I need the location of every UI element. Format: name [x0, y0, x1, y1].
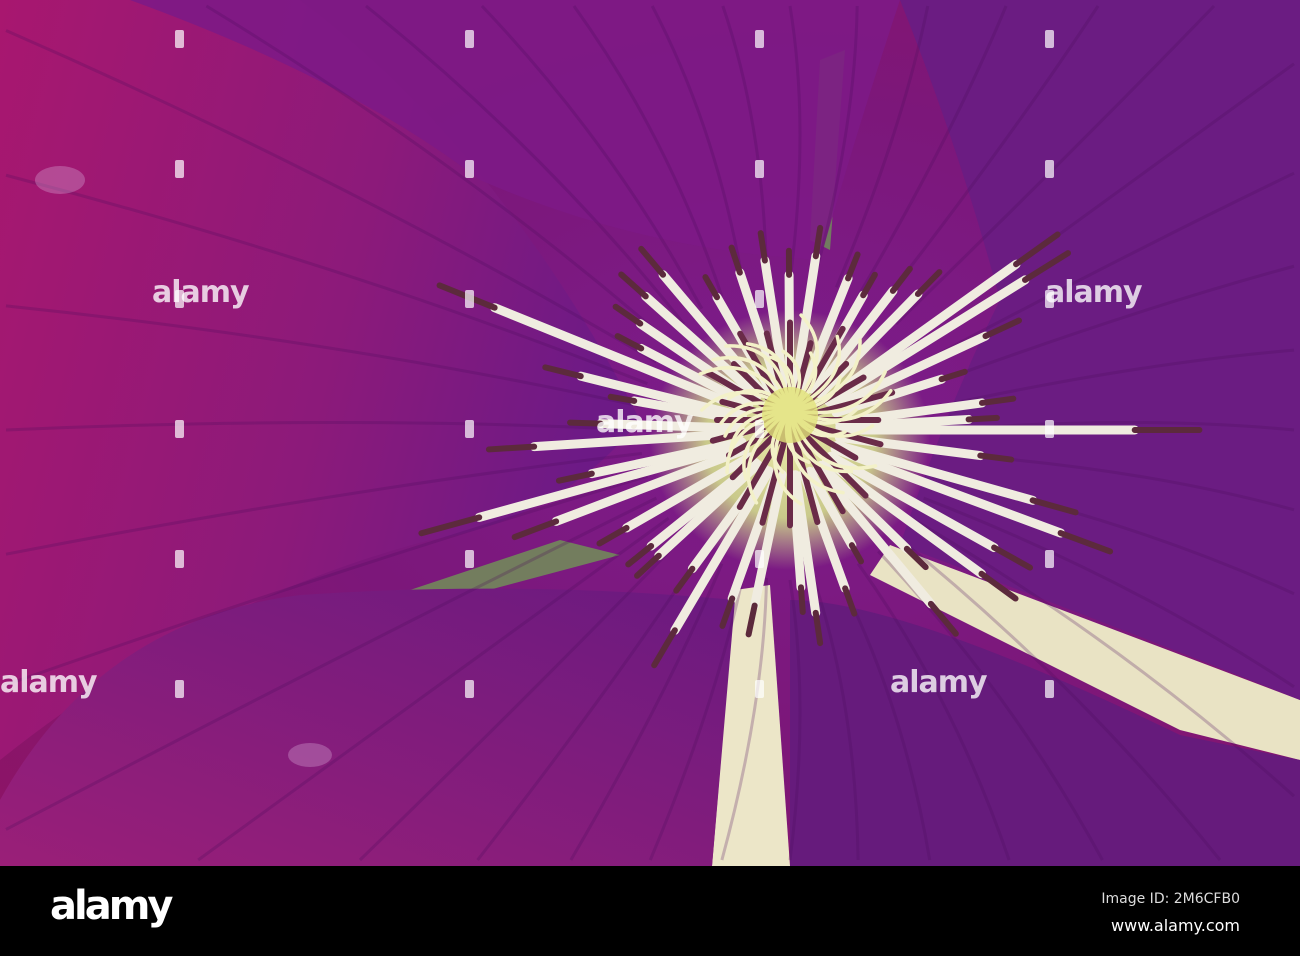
footer-bar: alamy Image ID: 2M6CFB0 www.alamy.com [0, 866, 1300, 956]
watermark-dot [465, 160, 474, 178]
watermark-dot [175, 680, 184, 698]
watermark-dot [1045, 30, 1054, 48]
watermark-dot [755, 420, 764, 438]
alamy-watermark: alamy [596, 405, 694, 440]
watermark-dot [465, 680, 474, 698]
watermark-dot [1045, 680, 1054, 698]
watermark-dot [465, 290, 474, 308]
website-link[interactable]: www.alamy.com [1111, 916, 1240, 935]
watermark-layer: alamy alamy alamy alamy alamy [0, 0, 1300, 866]
watermark-dot [465, 30, 474, 48]
watermark-dot [1045, 550, 1054, 568]
watermark-dot [175, 290, 184, 308]
image-id: Image ID: 2M6CFB0 [1101, 891, 1240, 907]
watermark-dot [755, 290, 764, 308]
alamy-logo[interactable]: alamy [50, 883, 173, 929]
alamy-watermark: alamy [890, 665, 988, 700]
watermark-dot [755, 550, 764, 568]
watermark-dot [1045, 420, 1054, 438]
watermark-dot [175, 420, 184, 438]
alamy-watermark: alamy [152, 275, 250, 310]
watermark-dot [175, 550, 184, 568]
watermark-dot [175, 30, 184, 48]
watermark-dot [1045, 160, 1054, 178]
watermark-dot [755, 680, 764, 698]
alamy-watermark: alamy [0, 665, 98, 700]
watermark-dot [465, 420, 474, 438]
watermark-dot [1045, 290, 1054, 308]
alamy-watermark: alamy [1045, 275, 1143, 310]
watermark-dot [175, 160, 184, 178]
watermark-dot [755, 160, 764, 178]
watermark-dot [465, 550, 474, 568]
watermark-dot [755, 30, 764, 48]
